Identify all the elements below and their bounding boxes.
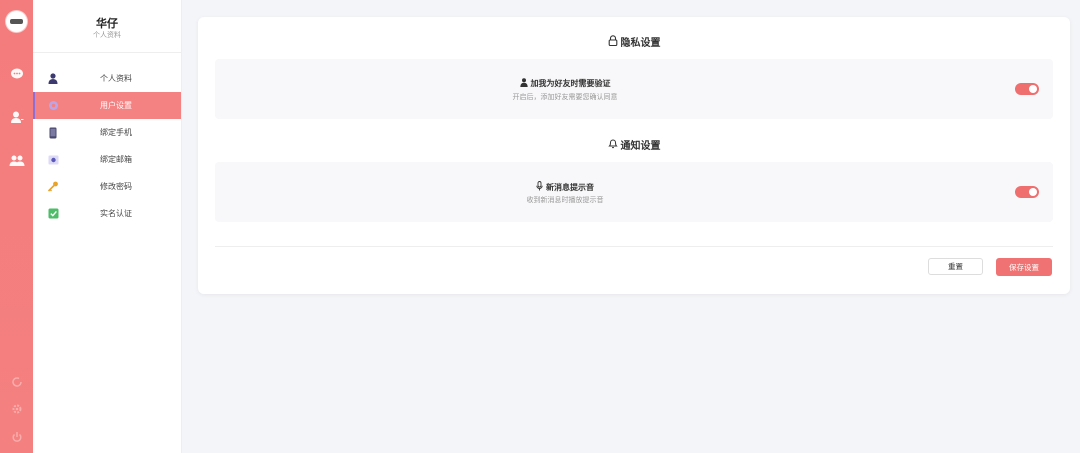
save-button[interactable]: 保存设置 <box>996 258 1052 276</box>
divider <box>33 52 181 53</box>
setting-description: 开启后，添加好友需要您确认同意 <box>512 94 618 101</box>
settings-menu: 个人资料 用户设置 绑定手机 绑定邮箱 修改密码 实名认证 <box>33 65 181 227</box>
contact-icon[interactable] <box>9 109 25 125</box>
menu-item-bind-phone[interactable]: 绑定手机 <box>33 119 181 146</box>
check-icon <box>47 208 59 220</box>
menu-item-user-settings[interactable]: 用户设置 <box>33 92 181 119</box>
friend-verify-setting: 加我为好友时需要验证 开启后，添加好友需要您确认同意 <box>215 59 1053 119</box>
settings-card: 隐私设置 加我为好友时需要验证 开启后，添加好友需要您确认同意 通知设置 新消息… <box>198 17 1070 294</box>
notify-section-title: 通知设置 <box>198 137 1070 152</box>
setting-title: 新消息提示音 <box>546 182 594 192</box>
user-icon <box>47 73 59 85</box>
message-sound-setting: 新消息提示音 收到新消息时播放提示音 <box>215 162 1053 222</box>
profile-name: 华仔 <box>96 18 118 30</box>
bell-icon <box>607 138 618 152</box>
menu-item-label: 绑定邮箱 <box>100 155 132 164</box>
menu-item-real-name[interactable]: 实名认证 <box>33 200 181 227</box>
setting-title: 加我为好友时需要验证 <box>530 79 611 88</box>
toggle-knob <box>1029 85 1037 93</box>
menu-item-label: 修改密码 <box>100 182 132 191</box>
friend-verify-toggle[interactable] <box>1015 83 1039 95</box>
person-icon <box>519 78 528 89</box>
privacy-title-text: 隐私设置 <box>620 38 661 49</box>
microphone-icon <box>536 181 543 193</box>
toggle-knob <box>1029 188 1037 196</box>
chat-icon[interactable] <box>9 66 25 82</box>
menu-item-label: 用户设置 <box>100 101 132 110</box>
profile-subtitle: 个人资料 <box>93 32 121 39</box>
lock-icon <box>608 34 618 49</box>
notify-title-text: 通知设置 <box>620 141 661 152</box>
menu-item-label: 个人资料 <box>100 74 132 83</box>
email-icon <box>47 154 59 166</box>
menu-item-profile[interactable]: 个人资料 <box>33 65 181 92</box>
setting-title-row: 加我为好友时需要验证 <box>215 78 915 89</box>
divider <box>215 246 1053 247</box>
menu-item-label: 实名认证 <box>100 209 132 218</box>
avatar[interactable] <box>6 11 27 32</box>
icon-rail <box>0 0 33 453</box>
menu-item-change-password[interactable]: 修改密码 <box>33 173 181 200</box>
menu-item-label: 绑定手机 <box>100 128 132 137</box>
power-icon[interactable] <box>9 429 25 445</box>
refresh-icon[interactable] <box>9 374 25 390</box>
key-icon <box>47 181 59 193</box>
setting-description: 收到新消息时播放提示音 <box>526 197 604 204</box>
privacy-section-title: 隐私设置 <box>198 34 1070 49</box>
reset-button[interactable]: 重置 <box>928 258 983 275</box>
setting-title-row: 新消息提示音 <box>215 181 915 193</box>
message-sound-toggle[interactable] <box>1015 186 1039 198</box>
phone-icon <box>47 127 59 139</box>
menu-item-bind-email[interactable]: 绑定邮箱 <box>33 146 181 173</box>
settings-sidebar: 华仔 个人资料 个人资料 用户设置 绑定手机 绑定邮箱 修改密码 实名认证 <box>33 0 182 453</box>
group-icon[interactable] <box>9 152 25 168</box>
settings-icon <box>47 100 59 112</box>
gear-icon[interactable] <box>9 401 25 417</box>
